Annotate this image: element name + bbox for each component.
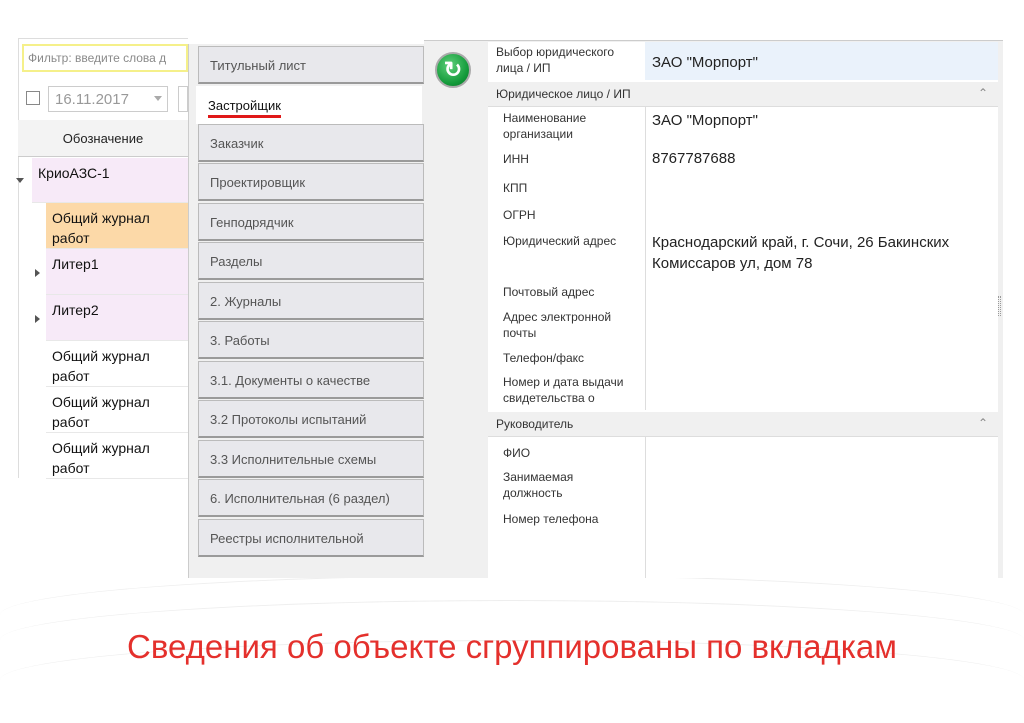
tree-row[interactable]: Общий журнал работ: [46, 203, 188, 249]
field-label: КПП: [503, 181, 528, 195]
tab-9[interactable]: 3.2 Протоколы испытаний: [198, 400, 424, 438]
tab-label: 6. Исполнительная (6 раздел): [210, 491, 390, 506]
field-value[interactable]: Краснодарский край, г. Сочи, 26 Бакински…: [652, 232, 997, 274]
tab-3[interactable]: Проектировщик: [198, 163, 424, 201]
field-label: Номер телефона: [503, 512, 599, 526]
tab-0[interactable]: Титульный лист: [198, 46, 424, 84]
column-header[interactable]: Обозначение: [18, 120, 188, 157]
group-header[interactable]: Юридическое лицо / ИП ⌃: [488, 82, 998, 107]
select-label: Выбор юридического лица / ИП: [496, 45, 615, 75]
tab-4[interactable]: Генподрядчик: [198, 203, 424, 241]
tree-row[interactable]: Общий журнал работ: [46, 433, 188, 479]
slide-caption: Сведения об объекте сгруппированы по вкл…: [127, 628, 897, 665]
tab-label: Титульный лист: [210, 58, 307, 73]
collapse-icon[interactable]: [16, 178, 24, 187]
tree-row[interactable]: Литер2: [46, 295, 188, 341]
expand-icon[interactable]: [35, 315, 44, 323]
date-value: 16.11.2017: [55, 91, 129, 108]
field-label: Наименование организации: [503, 111, 587, 141]
field-label: ИНН: [503, 152, 529, 166]
tree-row[interactable]: Общий журнал работ: [46, 387, 188, 433]
filter-input[interactable]: Фильтр: введите слова д: [22, 44, 188, 72]
field-label: Адрес электронной почты: [503, 310, 612, 340]
field-label: ОГРН: [503, 208, 536, 222]
tab-label: 3.3 Исполнительные схемы: [210, 452, 377, 467]
field-label: Юридический адрес: [503, 234, 617, 248]
chevron-up-icon[interactable]: ⌃: [978, 416, 988, 430]
tab-11[interactable]: 6. Исполнительная (6 раздел): [198, 479, 424, 517]
tab-label: 3. Работы: [210, 333, 270, 348]
extra-field[interactable]: [178, 86, 188, 112]
splitter-handle[interactable]: [998, 296, 1001, 316]
group-title: Руководитель: [496, 417, 574, 431]
chevron-down-icon[interactable]: [154, 96, 162, 105]
group-title: Юридическое лицо / ИП: [496, 87, 631, 101]
field-value[interactable]: 8767787688: [652, 148, 997, 169]
tab-label: Проектировщик: [210, 175, 306, 190]
tab-label: 3.1. Документы о качестве: [210, 373, 371, 388]
tab-label: 2. Журналы: [210, 294, 282, 309]
tab-5[interactable]: Разделы: [198, 242, 424, 280]
tab-label: Заказчик: [210, 136, 264, 151]
expand-icon[interactable]: [35, 269, 44, 277]
tab-7[interactable]: 3. Работы: [198, 321, 424, 359]
tab-12[interactable]: Реестры исполнительной: [198, 519, 424, 557]
field-label: ФИО: [503, 446, 531, 460]
date-picker[interactable]: 16.11.2017: [48, 86, 168, 112]
refresh-icon[interactable]: ↻: [435, 52, 471, 88]
chevron-up-icon[interactable]: ⌃: [978, 86, 988, 100]
field-label: Занимаемая должность: [503, 470, 574, 500]
tab-6[interactable]: 2. Журналы: [198, 282, 424, 320]
tree-row[interactable]: Литер1: [46, 249, 188, 295]
tab-label: Реестры исполнительной: [210, 531, 364, 546]
tab-label: Генподрядчик: [210, 215, 294, 230]
group-header[interactable]: Руководитель ⌃: [488, 412, 998, 437]
field-label: Телефон/факс: [503, 351, 585, 365]
select-value[interactable]: ЗАО "Морпорт": [652, 52, 758, 73]
field-label: Номер и дата выдачи свидетельства о: [503, 375, 624, 405]
tab-8[interactable]: 3.1. Документы о качестве: [198, 361, 424, 399]
tab-1[interactable]: Застройщик: [196, 86, 422, 124]
tab-2[interactable]: Заказчик: [198, 124, 424, 162]
tab-label: Разделы: [210, 254, 263, 269]
tab-label: Застройщик: [208, 98, 281, 118]
date-checkbox[interactable]: [26, 91, 40, 105]
tree-row[interactable]: КриоАЗС-1: [32, 158, 188, 203]
tab-10[interactable]: 3.3 Исполнительные схемы: [198, 440, 424, 478]
field-value[interactable]: ЗАО "Морпорт": [652, 110, 997, 131]
tab-label: 3.2 Протоколы испытаний: [210, 412, 367, 427]
field-label: Почтовый адрес: [503, 285, 595, 299]
tree-row[interactable]: Общий журнал работ: [46, 341, 188, 387]
